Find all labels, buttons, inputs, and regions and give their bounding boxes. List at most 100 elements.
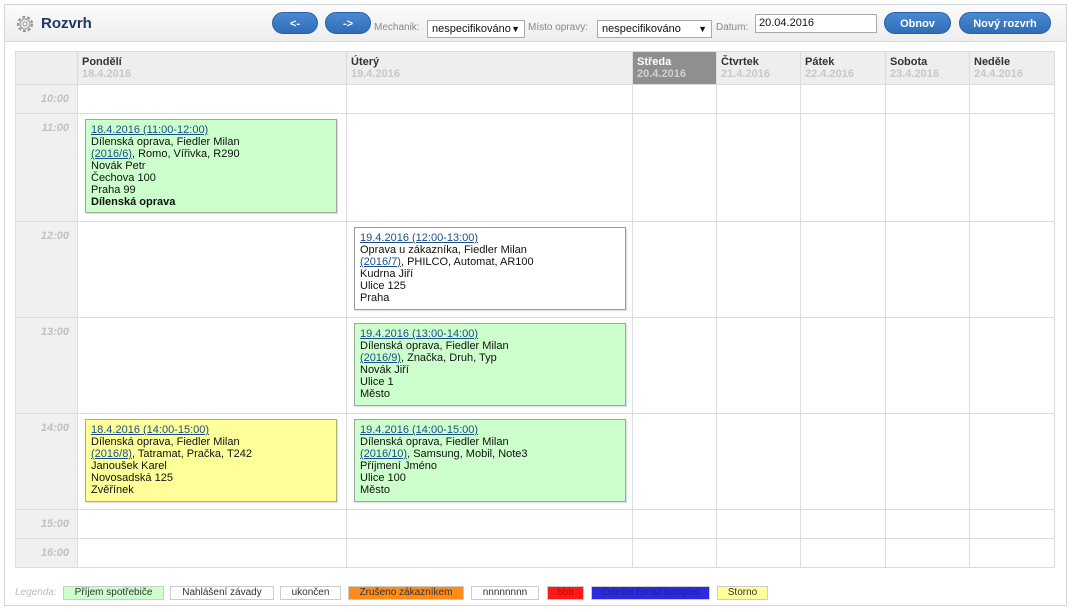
day-header-saturday: Sobota 23.4.2016 (885, 51, 970, 85)
slot-cell[interactable] (632, 221, 717, 318)
event-city: Zvěřínek (91, 484, 134, 496)
slot-cell[interactable] (800, 221, 886, 318)
day-header-friday: Pátek 22.4.2016 (800, 51, 886, 85)
event-order-link[interactable]: (2016/7) (360, 256, 401, 268)
slot-cell[interactable] (800, 413, 886, 510)
event-order-link[interactable]: (2016/9) (360, 352, 401, 364)
slot-cell[interactable] (346, 509, 633, 539)
slot-cell[interactable] (885, 509, 970, 539)
slot-cell[interactable] (632, 509, 717, 539)
slot-cell[interactable] (969, 221, 1055, 318)
legend-item: ukončen (280, 586, 341, 600)
slot-cell[interactable] (632, 413, 717, 510)
event-card[interactable]: 18.4.2016 (11:00-12:00) Dílenská oprava,… (85, 119, 337, 213)
event-order-link[interactable]: (2016/6) (91, 148, 132, 160)
hour-row: 10:00 (15, 84, 1055, 114)
slot-cell[interactable] (885, 538, 970, 568)
slot-cell[interactable] (632, 113, 717, 222)
hour-label: 12:00 (15, 221, 78, 318)
legend-item: bbb (547, 586, 584, 600)
slot-cell[interactable] (800, 84, 886, 114)
event-type-mechanic: Oprava u zákazníka, Fiedler Milan (360, 244, 527, 256)
slot-cell[interactable] (716, 413, 801, 510)
slot-cell[interactable] (969, 538, 1055, 568)
event-device: , Tatramat, Pračka, T242 (131, 448, 253, 460)
place-select[interactable]: nespecifikováno ▼ (597, 20, 712, 38)
event-time-link[interactable]: 19.4.2016 (14:00-15:00) (360, 424, 478, 436)
slot-cell[interactable] (969, 413, 1055, 510)
slot-cell[interactable] (969, 317, 1055, 414)
slot-cell[interactable] (969, 509, 1055, 539)
slot-cell[interactable] (632, 84, 717, 114)
slot-cell[interactable] (885, 221, 970, 318)
gear-icon[interactable] (15, 14, 35, 34)
slot-cell[interactable]: 18.4.2016 (14:00-15:00) Dílenská oprava,… (77, 413, 347, 510)
slot-cell[interactable] (77, 538, 347, 568)
event-customer: Příjmení Jméno (360, 460, 438, 472)
slot-cell[interactable] (632, 538, 717, 568)
slot-cell[interactable] (77, 84, 347, 114)
slot-cell[interactable] (800, 509, 886, 539)
event-customer: Janoušek Karel (91, 460, 167, 472)
event-time-link[interactable]: 19.4.2016 (12:00-13:00) (360, 232, 478, 244)
event-city: Praha (360, 292, 390, 304)
event-time-link[interactable]: 18.4.2016 (14:00-15:00) (91, 424, 209, 436)
slot-cell[interactable]: 18.4.2016 (11:00-12:00) Dílenská oprava,… (77, 113, 347, 222)
slot-cell[interactable] (885, 84, 970, 114)
slot-cell[interactable] (800, 538, 886, 568)
event-device: , Značka, Druh, Typ (400, 352, 497, 364)
hour-row: 14:00 18.4.2016 (14:00-15:00) Dílenská o… (15, 413, 1055, 510)
event-city: Praha 99 (91, 184, 136, 196)
slot-cell[interactable] (885, 113, 970, 222)
place-select-value: nespecifikováno (602, 23, 681, 35)
slot-cell[interactable] (77, 317, 347, 414)
slot-cell[interactable] (885, 413, 970, 510)
place-label: Místo opravy: (528, 22, 589, 33)
event-device: , PHILCO, Automat, AR100 (400, 256, 534, 268)
event-city: Město (360, 388, 390, 400)
prev-week-button[interactable]: <- (272, 12, 318, 34)
event-street: Čechova 100 (91, 172, 156, 184)
chevron-down-icon: ▼ (698, 24, 707, 34)
slot-cell[interactable] (346, 84, 633, 114)
refresh-button[interactable]: Obnov (884, 12, 951, 34)
slot-cell[interactable] (716, 538, 801, 568)
day-header-tuesday: Úterý 19.4.2016 (346, 51, 633, 85)
slot-cell[interactable] (800, 317, 886, 414)
event-time-link[interactable]: 19.4.2016 (13:00-14:00) (360, 328, 478, 340)
new-schedule-button[interactable]: Nový rozvrh (959, 12, 1051, 34)
event-time-link[interactable]: 18.4.2016 (11:00-12:00) (91, 124, 208, 136)
event-card[interactable]: 19.4.2016 (13:00-14:00) Dílenská oprava,… (354, 323, 626, 406)
event-order-link[interactable]: (2016/8) (91, 448, 132, 460)
mechanic-select-value: nespecifikováno (432, 23, 511, 35)
slot-cell[interactable]: 19.4.2016 (14:00-15:00) Dílenská oprava,… (346, 413, 633, 510)
slot-cell[interactable] (800, 113, 886, 222)
slot-cell[interactable] (346, 113, 633, 222)
hour-row: 13:00 19.4.2016 (13:00-14:00) Dílenská o… (15, 317, 1055, 414)
slot-cell[interactable] (969, 84, 1055, 114)
day-header-monday: Pondělí 18.4.2016 (77, 51, 347, 85)
event-card[interactable]: 18.4.2016 (14:00-15:00) Dílenská oprava,… (85, 419, 337, 502)
slot-cell[interactable] (716, 317, 801, 414)
mechanic-select[interactable]: nespecifikováno ▼ (427, 20, 525, 38)
slot-cell[interactable] (346, 538, 633, 568)
slot-cell[interactable]: 19.4.2016 (12:00-13:00) Oprava u zákazní… (346, 221, 633, 318)
slot-cell[interactable] (77, 221, 347, 318)
slot-cell[interactable] (632, 317, 717, 414)
slot-cell[interactable] (716, 221, 801, 318)
slot-cell[interactable]: 19.4.2016 (13:00-14:00) Dílenská oprava,… (346, 317, 633, 414)
slot-cell[interactable] (716, 509, 801, 539)
event-order-link[interactable]: (2016/10) (360, 448, 407, 460)
event-card[interactable]: 19.4.2016 (12:00-13:00) Oprava u zákazní… (354, 227, 626, 310)
slot-cell[interactable] (77, 509, 347, 539)
event-card[interactable]: 19.4.2016 (14:00-15:00) Dílenská oprava,… (354, 419, 626, 502)
slot-cell[interactable] (716, 84, 801, 114)
slot-cell[interactable] (885, 317, 970, 414)
slot-cell[interactable] (969, 113, 1055, 222)
date-input[interactable]: 20.04.2016 (755, 14, 877, 33)
event-type-mechanic: Dílenská oprava, Fiedler Milan (360, 436, 509, 448)
next-week-button[interactable]: -> (325, 12, 371, 34)
event-customer: Novák Jiří (360, 364, 409, 376)
day-header-sunday: Neděle 24.4.2016 (969, 51, 1055, 85)
slot-cell[interactable] (716, 113, 801, 222)
